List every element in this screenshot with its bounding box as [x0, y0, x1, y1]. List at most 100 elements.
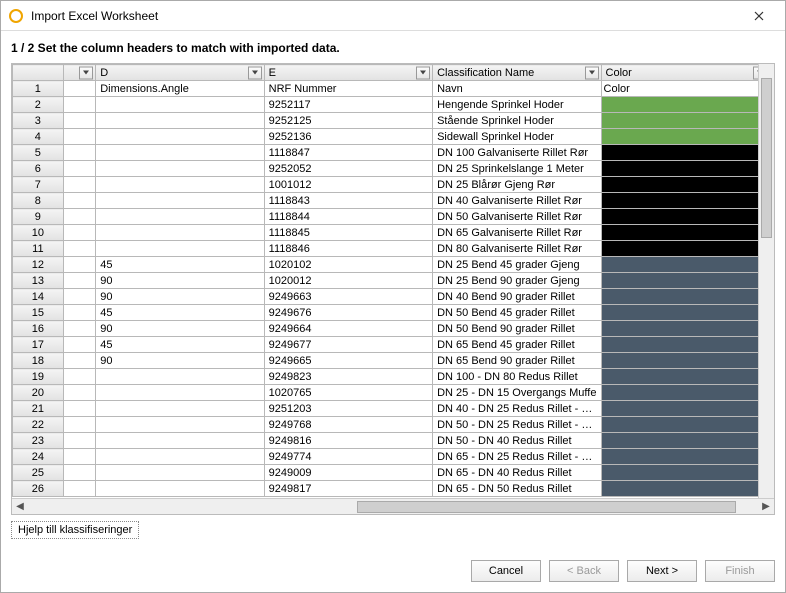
cell-d[interactable]: [96, 161, 264, 177]
cell-blank[interactable]: [63, 209, 95, 225]
cell-d[interactable]: [96, 401, 264, 417]
cell-color[interactable]: [601, 129, 758, 145]
cell-d[interactable]: [96, 417, 264, 433]
cell-e[interactable]: 9249009: [264, 465, 432, 481]
cell-blank[interactable]: [63, 241, 95, 257]
cell-color[interactable]: [601, 417, 758, 433]
col-header-color[interactable]: Color: [601, 65, 758, 81]
cell-color[interactable]: [601, 433, 758, 449]
cell-blank[interactable]: [63, 305, 95, 321]
cell-e[interactable]: 9249817: [264, 481, 432, 497]
col-header-blank[interactable]: [63, 65, 95, 81]
cell-blank[interactable]: [63, 465, 95, 481]
scrollbar-thumb[interactable]: [761, 78, 772, 238]
cell-color[interactable]: [601, 449, 758, 465]
cell-e[interactable]: 9249774: [264, 449, 432, 465]
cell-blank[interactable]: [63, 97, 95, 113]
cell-d[interactable]: [96, 209, 264, 225]
cell-color[interactable]: [601, 305, 758, 321]
cell-e[interactable]: 1118846: [264, 241, 432, 257]
cell-classification[interactable]: Stående Sprinkel Hoder: [433, 113, 601, 129]
cell-d[interactable]: 45: [96, 305, 264, 321]
cell-e[interactable]: 1118844: [264, 209, 432, 225]
cell-classification[interactable]: Hengende Sprinkel Hoder: [433, 97, 601, 113]
cell-d[interactable]: [96, 449, 264, 465]
cell-color[interactable]: [601, 337, 758, 353]
help-classifications-button[interactable]: Hjelp till klassifiseringer: [11, 521, 139, 539]
cell-e[interactable]: 9249768: [264, 417, 432, 433]
cell-d[interactable]: [96, 433, 264, 449]
cell-color[interactable]: [601, 145, 758, 161]
color-mapping-input[interactable]: [602, 81, 758, 96]
cell-color[interactable]: [601, 289, 758, 305]
cell-e[interactable]: 9249816: [264, 433, 432, 449]
cell-e[interactable]: 9252117: [264, 97, 432, 113]
cell-d[interactable]: 45: [96, 257, 264, 273]
finish-button[interactable]: Finish: [705, 560, 775, 582]
back-button[interactable]: < Back: [549, 560, 619, 582]
cell-d[interactable]: 90: [96, 353, 264, 369]
mapping-cell-classification[interactable]: Navn: [433, 81, 601, 97]
cell-e[interactable]: 9252052: [264, 161, 432, 177]
col-header-rownum[interactable]: [13, 65, 64, 81]
cell-d[interactable]: [96, 481, 264, 497]
cell-color[interactable]: [601, 161, 758, 177]
cell-classification[interactable]: DN 40 - DN 25 Redus Rillet - Gj...: [433, 401, 601, 417]
cancel-button[interactable]: Cancel: [471, 560, 541, 582]
cell-blank[interactable]: [63, 225, 95, 241]
cell-blank[interactable]: [63, 129, 95, 145]
cell-d[interactable]: [96, 465, 264, 481]
cell-blank[interactable]: [63, 289, 95, 305]
cell-classification[interactable]: DN 65 - DN 50 Redus Rillet: [433, 481, 601, 497]
cell-blank[interactable]: [63, 433, 95, 449]
cell-classification[interactable]: DN 25 Bend 45 grader Gjeng: [433, 257, 601, 273]
cell-color[interactable]: [601, 465, 758, 481]
mapping-cell-color[interactable]: [601, 81, 758, 97]
cell-d[interactable]: [96, 369, 264, 385]
cell-color[interactable]: [601, 273, 758, 289]
cell-classification[interactable]: DN 65 Galvaniserte Rillet Rør: [433, 225, 601, 241]
cell-e[interactable]: 9249664: [264, 321, 432, 337]
cell-blank[interactable]: [63, 385, 95, 401]
cell-classification[interactable]: DN 100 Galvaniserte Rillet Rør: [433, 145, 601, 161]
cell-d[interactable]: 45: [96, 337, 264, 353]
cell-d[interactable]: [96, 177, 264, 193]
cell-color[interactable]: [601, 353, 758, 369]
cell-blank[interactable]: [63, 193, 95, 209]
cell-d[interactable]: 90: [96, 289, 264, 305]
close-button[interactable]: [741, 2, 777, 30]
cell-classification[interactable]: DN 65 Bend 90 grader Rillet: [433, 353, 601, 369]
chevron-down-icon[interactable]: [79, 66, 93, 79]
chevron-down-icon[interactable]: [248, 66, 262, 79]
cell-color[interactable]: [601, 209, 758, 225]
cell-color[interactable]: [601, 385, 758, 401]
cell-blank[interactable]: [63, 369, 95, 385]
cell-e[interactable]: 1020765: [264, 385, 432, 401]
cell-color[interactable]: [601, 177, 758, 193]
cell-blank[interactable]: [63, 113, 95, 129]
col-header-d[interactable]: D: [96, 65, 264, 81]
cell-color[interactable]: [601, 401, 758, 417]
cell-classification[interactable]: DN 40 Galvaniserte Rillet Rør: [433, 193, 601, 209]
cell-classification[interactable]: DN 50 Galvaniserte Rillet Rør: [433, 209, 601, 225]
chevron-down-icon[interactable]: [585, 66, 599, 79]
cell-e[interactable]: 1020012: [264, 273, 432, 289]
cell-e[interactable]: 9251203: [264, 401, 432, 417]
cell-d[interactable]: [96, 113, 264, 129]
cell-classification[interactable]: DN 50 - DN 40 Redus Rillet: [433, 433, 601, 449]
cell-e[interactable]: 9249665: [264, 353, 432, 369]
cell-d[interactable]: [96, 97, 264, 113]
cell-color[interactable]: [601, 321, 758, 337]
scrollbar-thumb[interactable]: [357, 501, 737, 513]
cell-classification[interactable]: DN 50 Bend 90 grader Rillet: [433, 321, 601, 337]
chevron-down-icon[interactable]: [416, 66, 430, 79]
cell-blank[interactable]: [63, 481, 95, 497]
cell-blank[interactable]: [63, 449, 95, 465]
cell-blank[interactable]: [63, 353, 95, 369]
cell-e[interactable]: 9252125: [264, 113, 432, 129]
cell-classification[interactable]: DN 80 Galvaniserte Rillet Rør: [433, 241, 601, 257]
cell-d[interactable]: [96, 145, 264, 161]
col-header-e[interactable]: E: [264, 65, 432, 81]
scroll-left-icon[interactable]: ◀: [12, 500, 28, 514]
cell-classification[interactable]: DN 25 Blårør Gjeng Rør: [433, 177, 601, 193]
